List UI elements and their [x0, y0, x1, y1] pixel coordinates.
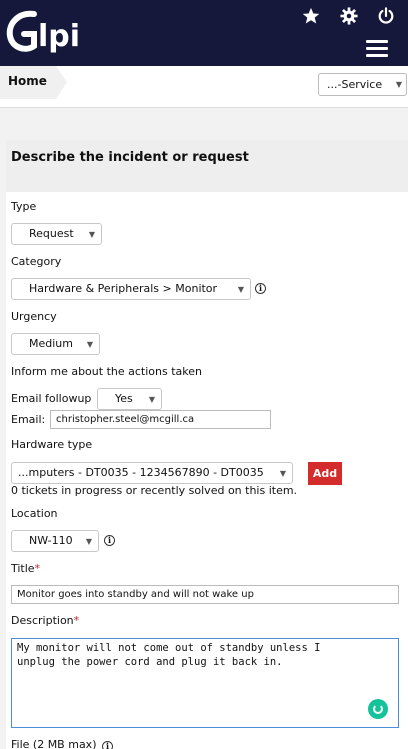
glpi-logo[interactable]: lpi [4, 8, 96, 58]
required-mark: * [73, 614, 80, 627]
category-select[interactable]: Hardware & Peripherals > Monitor ▼ [11, 278, 251, 300]
hardware-select-value: ...mputers - DT0035 - 1234567890 - DT003… [18, 466, 264, 479]
description-label-text: Description [11, 614, 74, 627]
email-label: Email: [11, 413, 46, 426]
file-label-text: File (2 MB max) [11, 738, 97, 749]
info-icon[interactable]: i [104, 535, 115, 546]
type-select-value: Request [29, 227, 74, 240]
hardware-select[interactable]: ...mputers - DT0035 - 1234567890 - DT003… [11, 462, 293, 484]
chevron-down-icon: ▼ [88, 230, 95, 239]
power-icon[interactable] [376, 6, 396, 26]
chevron-down-icon: ▼ [279, 469, 286, 478]
hardware-type-label: Hardware type [11, 438, 93, 451]
star-icon[interactable] [301, 6, 321, 26]
required-mark: * [34, 562, 41, 575]
form-title: Describe the incident or request [6, 140, 408, 192]
type-label: Type [11, 200, 37, 213]
email-followup-label: Email followup [11, 392, 92, 405]
location-select[interactable]: NW-110 ▼ [11, 530, 99, 552]
tickets-note: 0 tickets in progress or recently solved… [11, 484, 298, 497]
chevron-down-icon: ▼ [86, 340, 93, 349]
svg-text:lpi: lpi [38, 19, 80, 54]
hamburger-menu-icon[interactable] [366, 40, 388, 58]
grammarly-icon[interactable] [368, 699, 388, 719]
entity-selector[interactable]: ...-Service ▼ [318, 73, 407, 96]
entity-selector-value: ...-Service [327, 78, 383, 91]
chevron-down-icon: ▼ [395, 80, 402, 89]
inform-label: Inform me about the actions taken [11, 365, 202, 378]
file-label: File (2 MB max) i [11, 738, 113, 749]
location-select-value: NW-110 [29, 534, 73, 547]
type-select[interactable]: Request ▼ [11, 223, 102, 245]
location-label: Location [11, 507, 58, 520]
title-label: Title* [11, 562, 40, 575]
chevron-down-icon: ▼ [85, 537, 92, 546]
top-header: lpi [0, 0, 408, 66]
urgency-label: Urgency [11, 310, 57, 323]
category-select-value: Hardware & Peripherals > Monitor [29, 282, 218, 295]
email-followup-value: Yes [115, 392, 133, 405]
breadcrumb: Home ...-Service ▼ [0, 66, 408, 108]
add-hardware-button[interactable]: Add [308, 462, 342, 485]
category-label: Category [11, 255, 62, 268]
email-field[interactable]: christopher.steel@mcgill.ca [50, 410, 271, 429]
breadcrumb-home[interactable]: Home [0, 66, 56, 99]
chevron-down-icon: ▼ [148, 395, 155, 404]
description-field[interactable]: My monitor will not come out of standby … [11, 638, 399, 728]
info-icon[interactable]: i [255, 283, 266, 294]
chevron-down-icon: ▼ [237, 285, 244, 294]
description-label: Description* [11, 614, 79, 627]
info-icon[interactable]: i [101, 741, 113, 749]
gear-icon[interactable] [339, 6, 359, 26]
title-field[interactable]: Monitor goes into standby and will not w… [11, 585, 399, 604]
urgency-select[interactable]: Medium ▼ [11, 333, 100, 355]
urgency-select-value: Medium [29, 337, 73, 350]
ticket-form: Describe the incident or request Type Re… [6, 140, 408, 749]
breadcrumb-arrow [56, 66, 67, 99]
title-label-text: Title [11, 562, 35, 575]
email-followup-select[interactable]: Yes ▼ [97, 388, 162, 410]
